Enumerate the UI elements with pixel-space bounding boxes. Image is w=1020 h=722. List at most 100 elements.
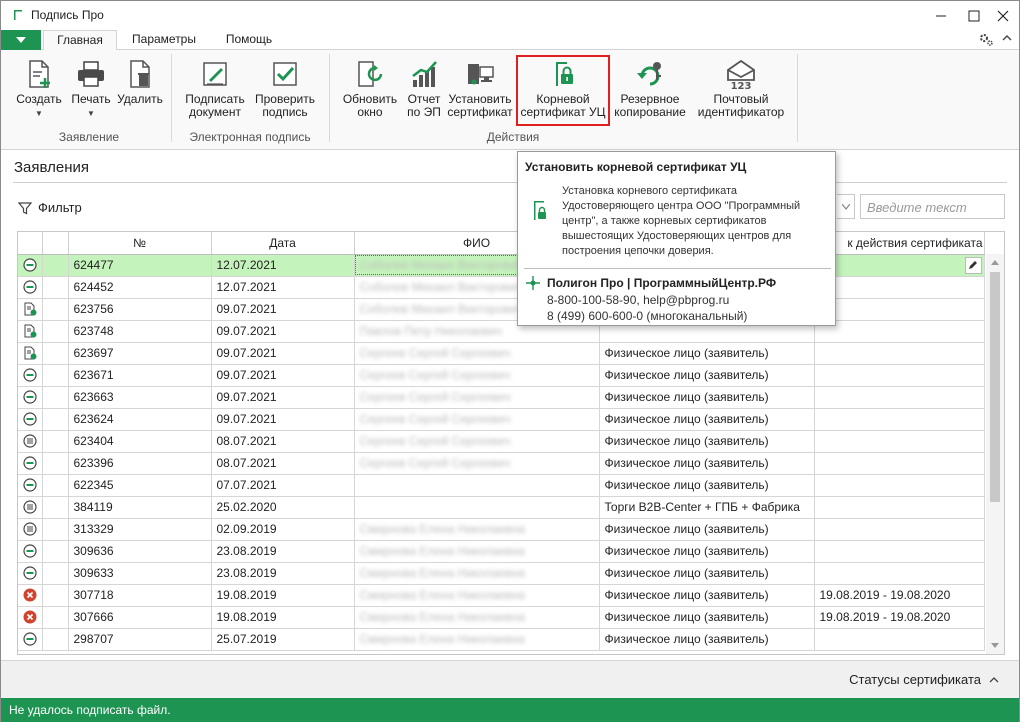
tooltip-footer-title: Полигон Про | ПрограммныйЦентр.РФ <box>547 276 777 290</box>
marker-cell <box>42 628 69 651</box>
create-button[interactable]: Создать ▼ <box>15 58 63 120</box>
number-cell: 623671 <box>68 364 212 387</box>
computer-certificate-icon <box>468 64 494 85</box>
marker-cell <box>42 518 69 541</box>
fio-cell-text: Павлов Петр Николаевич <box>359 324 502 338</box>
fio-cell: Сергеев Сергей Сергеевич <box>354 386 600 409</box>
column-header-date[interactable]: Дата <box>211 232 355 255</box>
status-cell <box>18 254 43 277</box>
group-separator <box>171 54 172 142</box>
vertical-scrollbar[interactable] <box>986 254 1004 654</box>
table-row[interactable]: 623396 08.07.2021 Сергеев Сергей Сергеевич… <box>18 452 985 475</box>
type-cell-text: Торги B2B-Center + ГПБ + Фабрика <box>604 500 800 514</box>
close-button[interactable] <box>988 5 1018 27</box>
column-header-status[interactable] <box>18 232 43 255</box>
type-cell-text: Физическое лицо (заявитель) <box>604 566 769 580</box>
table-row[interactable]: 307718 19.08.2019 Смирнова Елена Николаевн… <box>18 584 985 607</box>
tab-home[interactable]: Главная <box>43 30 117 51</box>
number-cell-text: 623404 <box>73 434 114 448</box>
fio-cell-text: Сергеев Сергей Сергеевич <box>359 412 511 426</box>
table-row[interactable]: 622345 07.07.2021 Физическое лицо (заявите… <box>18 474 985 497</box>
table-row[interactable]: 623624 09.07.2021 Сергеев Сергей Сергеевич… <box>18 408 985 431</box>
table-row[interactable]: 298707 25.07.2019 Смирнова Елена Николаевн… <box>18 628 985 651</box>
chevron-up-icon[interactable] <box>1001 32 1013 44</box>
scroll-down-icon[interactable] <box>990 642 1000 650</box>
table-row[interactable]: 623697 09.07.2021 Сергеев Сергей Сергеевич… <box>18 342 985 365</box>
table-row[interactable]: 623748 09.07.2021 Павлов Петр Николаевич <box>18 320 985 343</box>
column-header-icon[interactable] <box>42 232 69 255</box>
validity-cell <box>814 254 985 277</box>
number-cell: 298707 <box>68 628 212 651</box>
print-button[interactable]: Печать ▼ <box>67 58 115 120</box>
table-row[interactable]: 624477 12.07.2021 Соболев Михаил Викторови… <box>18 254 985 277</box>
number-cell: 313329 <box>68 518 212 541</box>
table-row[interactable]: 623404 08.07.2021 Сергеев Сергей Сергеевич… <box>18 430 985 453</box>
number-cell: 384119 <box>68 496 212 519</box>
date-cell: 25.02.2020 <box>211 496 355 519</box>
status-cell <box>18 474 43 497</box>
date-cell: 08.07.2021 <box>211 452 355 475</box>
status-document-icon <box>23 302 37 316</box>
validity-cell <box>814 276 985 299</box>
filter-button[interactable]: Фильтр <box>18 200 82 215</box>
date-cell: 09.07.2021 <box>211 386 355 409</box>
verify-signature-button[interactable]: Проверить подпись <box>251 58 319 119</box>
maximize-icon <box>968 10 980 22</box>
table-row[interactable]: 623663 09.07.2021 Сергеев Сергей Сергеевич… <box>18 386 985 409</box>
maximize-button[interactable] <box>959 5 989 27</box>
tab-help[interactable]: Помощь <box>211 30 287 50</box>
install-certificate-button[interactable]: Установить сертификат <box>447 58 513 119</box>
date-cell-text: 12.07.2021 <box>216 280 277 294</box>
column-header-validity[interactable]: к действия сертификата <box>814 232 985 255</box>
mail-identifier-button[interactable]: 123 Почтовый идентификатор <box>695 58 787 119</box>
marker-cell <box>42 320 69 343</box>
validity-cell <box>814 562 985 585</box>
date-cell: 09.07.2021 <box>211 364 355 387</box>
number-cell: 622345 <box>68 474 212 497</box>
validity-cell <box>814 628 985 651</box>
search-input[interactable]: Введите текст <box>860 194 1005 219</box>
date-cell-text: 12.07.2021 <box>216 258 277 272</box>
fio-cell-text: Соболев Михаил Викторович <box>359 258 523 272</box>
table-row[interactable]: 384119 25.02.2020 Торги B2B-Center + ГПБ +… <box>18 496 985 519</box>
date-cell: 12.07.2021 <box>211 254 355 277</box>
delete-button[interactable]: Удалить <box>115 58 165 106</box>
scrollbar-thumb[interactable] <box>990 272 1000 502</box>
statements-table: № Дата ФИО к действия сертификата 624477… <box>17 231 1005 655</box>
backup-label-2: копирование <box>614 105 686 119</box>
table-row[interactable]: 307666 19.08.2019 Смирнова Елена Николаевн… <box>18 606 985 629</box>
validity-cell <box>814 364 985 387</box>
chevron-up-icon <box>989 676 999 682</box>
date-cell: 08.07.2021 <box>211 430 355 453</box>
app-menu-button[interactable] <box>1 30 41 50</box>
tab-parameters[interactable]: Параметры <box>123 30 205 50</box>
date-cell: 09.07.2021 <box>211 320 355 343</box>
column-header-number[interactable]: № <box>68 232 212 255</box>
type-cell: Физическое лицо (заявитель) <box>599 386 815 409</box>
polygon-logo-icon <box>526 276 540 290</box>
number-cell: 623663 <box>68 386 212 409</box>
backup-button[interactable]: Резервное копирование <box>613 58 687 119</box>
status-cell <box>18 276 43 299</box>
status-cell <box>18 430 43 453</box>
table-row[interactable]: 309636 23.08.2019 Смирнова Елена Николаевн… <box>18 540 985 563</box>
status-cell <box>18 408 43 431</box>
table-row[interactable]: 313329 02.09.2019 Смирнова Елена Николаевн… <box>18 518 985 541</box>
table-row[interactable]: 624452 12.07.2021 Соболев Михаил Викторови… <box>18 276 985 299</box>
minimize-button[interactable] <box>926 5 956 27</box>
scroll-up-icon[interactable] <box>990 258 1000 266</box>
date-cell-text: 09.07.2021 <box>216 368 277 382</box>
sign-document-button[interactable]: Подписать документ <box>181 58 249 119</box>
certificate-statuses-toggle[interactable]: Статусы сертификата <box>849 672 999 687</box>
table-row[interactable]: 623671 09.07.2021 Сергеев Сергей Сергеевич… <box>18 364 985 387</box>
fio-cell: Сергеев Сергей Сергеевич <box>354 342 600 365</box>
table-row[interactable]: 623756 09.07.2021 Соболев Михаил Викторови… <box>18 298 985 321</box>
marker-cell <box>42 408 69 431</box>
gear-icon[interactable] <box>979 32 993 46</box>
fio-cell-text: Сергеев Сергей Сергеевич <box>359 434 511 448</box>
esign-report-button[interactable]: Отчет по ЭП <box>403 58 445 119</box>
edit-icon[interactable] <box>964 256 982 274</box>
refresh-window-button[interactable]: Обновить окно <box>339 58 401 119</box>
filter-combo-dropdown[interactable] <box>837 194 855 219</box>
table-row[interactable]: 309633 23.08.2019 Смирнова Елена Николаевн… <box>18 562 985 585</box>
